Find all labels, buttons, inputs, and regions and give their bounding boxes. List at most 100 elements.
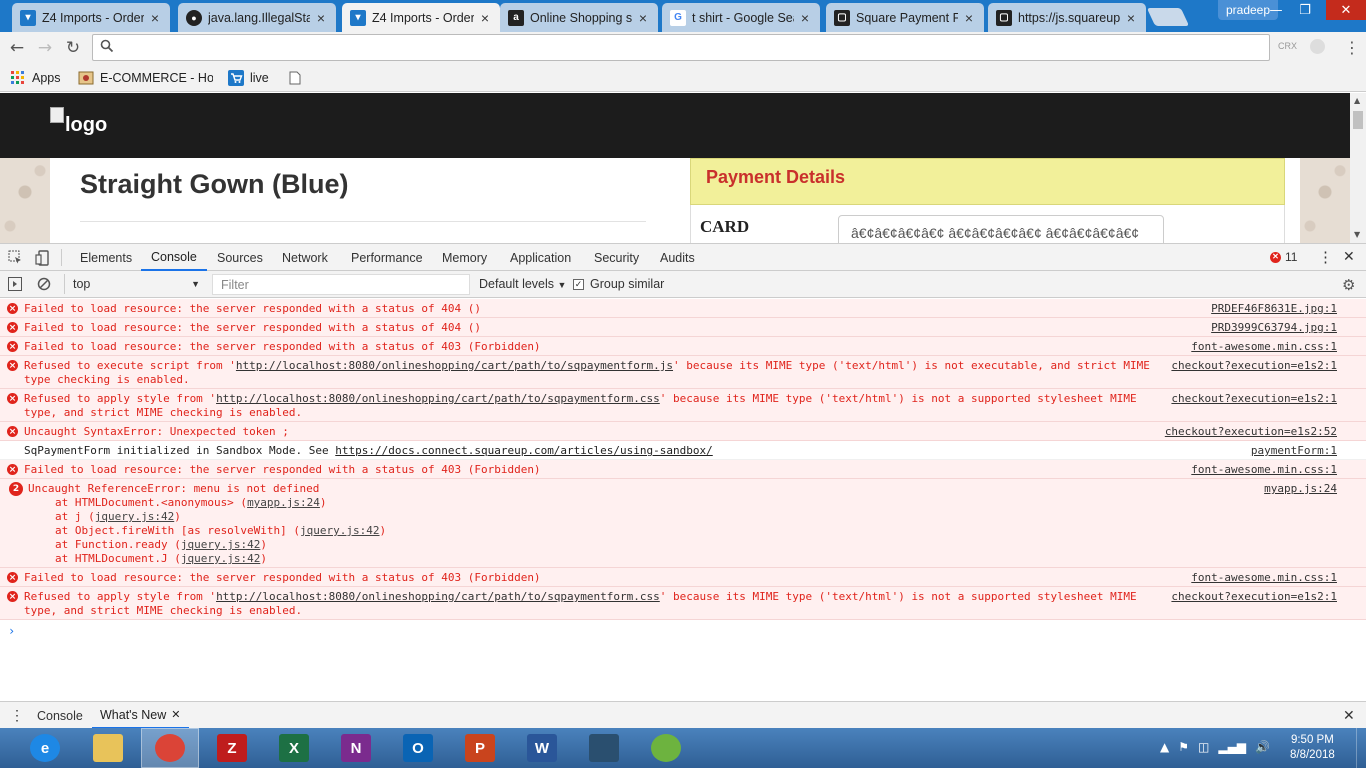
console-message[interactable]: × Failed to load resource: the server res…	[0, 460, 1366, 479]
extension-icon[interactable]	[1310, 39, 1325, 54]
taskbar-app-button[interactable]: X	[265, 728, 323, 768]
tray-expand-icon[interactable]: ▲	[1160, 740, 1169, 754]
close-tab-icon[interactable]: ×	[798, 10, 812, 26]
close-tab-icon[interactable]: ✕	[171, 708, 180, 721]
console-message[interactable]: × Refused to execute script from 'http://…	[0, 356, 1366, 389]
console-message[interactable]: × Failed to load resource: the server res…	[0, 299, 1366, 318]
scroll-up-arrow-icon[interactable]: ▲	[1354, 96, 1360, 105]
bookmark-page[interactable]	[287, 70, 309, 86]
browser-tab[interactable]: ▢ https://js.squareup. ×	[988, 3, 1146, 32]
taskbar-app-button[interactable]	[141, 728, 199, 768]
browser-tab[interactable]: ● java.lang.IllegalStat ×	[178, 3, 336, 32]
console-message[interactable]: × Failed to load resource: the server res…	[0, 568, 1366, 587]
show-desktop-button[interactable]	[1356, 728, 1366, 768]
devtools-tab-security[interactable]: Security	[584, 244, 649, 271]
devtools-tab-console[interactable]: Console	[141, 244, 207, 271]
taskbar-app-button[interactable]: W	[513, 728, 571, 768]
message-link[interactable]: http://localhost:8080/onlineshopping/car…	[216, 590, 660, 603]
site-logo[interactable]: logo	[50, 107, 107, 137]
console-message[interactable]: SqPaymentForm initialized in Sandbox Mod…	[0, 441, 1366, 460]
message-link[interactable]: https://docs.connect.squareup.com/articl…	[335, 444, 713, 457]
close-drawer-icon[interactable]: ✕	[1343, 707, 1355, 724]
close-tab-icon[interactable]: ×	[148, 10, 162, 26]
clear-console-icon[interactable]	[37, 277, 51, 294]
message-link[interactable]: http://localhost:8080/onlineshopping/car…	[216, 392, 660, 405]
stack-frame-link[interactable]: jquery.js:42	[95, 510, 174, 523]
clock[interactable]: 9:50 PM 8/8/2018	[1290, 733, 1335, 763]
console-prompt[interactable]: ›	[8, 624, 15, 638]
taskbar-app-button[interactable]	[79, 728, 137, 768]
browser-tab[interactable]: ▢ Square Payment Fo ×	[826, 3, 984, 32]
close-tab-icon[interactable]: ×	[636, 10, 650, 26]
devtools-tab-elements[interactable]: Elements	[70, 244, 142, 271]
taskbar-app-button[interactable]	[575, 728, 633, 768]
stack-frame-link[interactable]: myapp.js:24	[247, 496, 320, 509]
close-window-button[interactable]: ✕	[1326, 0, 1366, 20]
message-source-link[interactable]: paymentForm:1	[1251, 444, 1337, 458]
console-filter-input[interactable]: Filter	[212, 274, 470, 295]
card-number-field[interactable]: â€¢â€¢â€¢â€¢ â€¢â€¢â€¢â€¢ â€¢â€¢â€¢â€¢	[838, 215, 1164, 243]
taskbar-app-button[interactable]: Z	[203, 728, 261, 768]
bookmark-apps[interactable]: Apps	[10, 70, 61, 86]
devtools-tab-performance[interactable]: Performance	[341, 244, 433, 271]
console-message[interactable]: × Refused to apply style from 'http://loc…	[0, 587, 1366, 620]
message-source-link[interactable]: checkout?execution=e1s2:1	[1171, 359, 1337, 373]
browser-tab[interactable]: ▾ Z4 Imports - Order ×	[342, 3, 500, 32]
close-tab-icon[interactable]: ×	[314, 10, 328, 26]
devtools-tab-network[interactable]: Network	[272, 244, 338, 271]
message-source-link[interactable]: PRD3999C63794.jpg:1	[1211, 321, 1337, 335]
taskbar-app-button[interactable]: e	[16, 728, 74, 768]
checkbox-checked-icon[interactable]: ✓	[573, 278, 584, 290]
drawer-menu-icon[interactable]: ⋮	[10, 707, 24, 724]
power-icon[interactable]: ◫	[1198, 740, 1209, 754]
taskbar-app-button[interactable]: O	[389, 728, 447, 768]
close-tab-icon[interactable]: ×	[962, 10, 976, 26]
browser-tab[interactable]: a Online Shopping si ×	[500, 3, 658, 32]
stack-frame-link[interactable]: jquery.js:42	[181, 552, 260, 565]
message-source-link[interactable]: font-awesome.min.css:1	[1191, 571, 1337, 585]
console-message[interactable]: × Refused to apply style from 'http://loc…	[0, 389, 1366, 422]
crx-extension-icon[interactable]: CRX	[1278, 41, 1297, 51]
devtools-tab-memory[interactable]: Memory	[432, 244, 497, 271]
device-toolbar-icon[interactable]	[35, 250, 51, 269]
context-selector[interactable]: top ▼	[64, 274, 204, 294]
taskbar-app-button[interactable]: N	[327, 728, 385, 768]
devtools-menu-icon[interactable]: ⋮	[1318, 248, 1333, 266]
message-source-link[interactable]: checkout?execution=e1s2:1	[1171, 392, 1337, 406]
volume-icon[interactable]: 🔊	[1255, 740, 1270, 754]
bookmark-ecommerce[interactable]: E-COMMERCE - Hom	[78, 70, 213, 86]
message-source-link[interactable]: checkout?execution=e1s2:1	[1171, 590, 1337, 604]
devtools-tab-sources[interactable]: Sources	[207, 244, 273, 271]
page-scrollbar[interactable]: ▲ ▼	[1350, 93, 1366, 243]
console-message[interactable]: × Uncaught SyntaxError: Unexpected token …	[0, 422, 1366, 441]
settings-gear-icon[interactable]: ⚙	[1342, 276, 1355, 294]
scroll-thumb[interactable]	[1353, 111, 1363, 129]
network-signal-icon[interactable]: ▂▄▆	[1218, 740, 1246, 754]
forward-button[interactable]: →	[34, 37, 56, 59]
log-levels-dropdown[interactable]: Default levels ▼	[479, 277, 566, 291]
browser-menu-icon[interactable]: ⋮	[1344, 38, 1360, 57]
taskbar-app-button[interactable]: P	[451, 728, 509, 768]
message-source-link[interactable]: font-awesome.min.css:1	[1191, 340, 1337, 354]
taskbar-app-button[interactable]	[637, 728, 695, 768]
back-button[interactable]: ←	[6, 37, 28, 59]
message-source-link[interactable]: font-awesome.min.css:1	[1191, 463, 1337, 477]
scroll-down-arrow-icon[interactable]: ▼	[1354, 230, 1360, 239]
inspect-element-icon[interactable]	[8, 250, 23, 268]
address-bar[interactable]	[92, 34, 1270, 61]
devtools-tab-audits[interactable]: Audits	[650, 244, 705, 271]
message-source-link[interactable]: myapp.js:24	[1264, 482, 1337, 496]
drawer-tab-console[interactable]: Console	[29, 702, 91, 729]
devtools-tab-application[interactable]: Application	[500, 244, 581, 271]
browser-tab[interactable]: Gt shirt - Google Sea ×	[662, 3, 820, 32]
message-link[interactable]: http://localhost:8080/onlineshopping/car…	[236, 359, 673, 372]
maximize-button[interactable]: ❐	[1287, 0, 1323, 20]
flag-icon[interactable]: ⚑	[1178, 740, 1189, 754]
stack-frame-link[interactable]: jquery.js:42	[181, 538, 260, 551]
new-tab-button[interactable]	[1146, 8, 1190, 26]
message-source-link[interactable]: checkout?execution=e1s2:52	[1165, 425, 1337, 439]
bookmark-live[interactable]: live	[228, 70, 269, 86]
message-source-link[interactable]: PRDEF46F8631E.jpg:1	[1211, 302, 1337, 316]
reload-button[interactable]: ↻	[62, 37, 84, 59]
sidebar-toggle-icon[interactable]	[8, 277, 22, 294]
